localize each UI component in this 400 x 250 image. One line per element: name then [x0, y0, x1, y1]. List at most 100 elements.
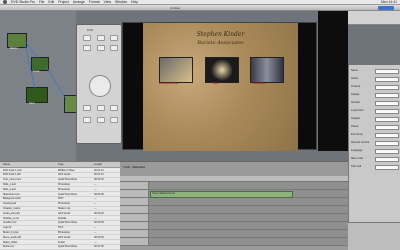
timeline-track[interactable] — [120, 230, 348, 238]
inspector-field-menucall[interactable] — [375, 157, 399, 162]
inspector-row-endjump: End Jump — [351, 133, 363, 136]
inspector-row-menucall: Menu Call — [351, 157, 363, 160]
menu-format[interactable]: Format — [89, 0, 100, 4]
menu-button-caption-2: Stills — [213, 82, 219, 85]
timeline-clip[interactable]: Track_Slideshow.m2v — [150, 191, 293, 198]
menu-edit[interactable]: Edit — [48, 0, 54, 4]
remote-menu-button[interactable] — [83, 35, 91, 41]
asset-length: 00:01:12 — [94, 173, 104, 177]
inspector-field-titlecall[interactable] — [375, 165, 399, 170]
timeline-track[interactable] — [120, 198, 348, 206]
asset-type: AIFF Audio — [58, 235, 71, 239]
remote-title-button[interactable] — [97, 35, 105, 41]
remote-subtitle-button[interactable] — [110, 45, 118, 51]
asset-type: Photoshop — [58, 182, 70, 186]
asset-length: 00:00:30 — [94, 235, 104, 239]
inspector-field-remote[interactable] — [375, 141, 399, 146]
remote-next-button[interactable] — [110, 105, 118, 111]
menu-button-thumb-1[interactable] — [159, 57, 193, 83]
inspector-row-language: Language — [351, 149, 363, 152]
asset-name: DVD track 1.aiff — [3, 173, 21, 177]
timeline-track[interactable] — [120, 222, 348, 230]
asset-name: Slides_folder — [3, 240, 18, 244]
asset-name: Logo.tif — [3, 226, 12, 230]
inspector-field-chapter[interactable] — [375, 117, 399, 122]
asset-type: QuickTime Movie — [58, 221, 78, 225]
menu-title: Stephen Kinder — [196, 31, 245, 38]
inspector-field-pause[interactable] — [375, 125, 399, 130]
asset-length: — — [94, 216, 97, 220]
assets-col-type[interactable]: Type — [58, 163, 64, 166]
asset-length: — — [94, 197, 97, 201]
timeline-track[interactable] — [120, 238, 348, 246]
asset-length: — — [94, 230, 97, 234]
connector-line — [24, 40, 39, 59]
asset-name: Stills_1.psd — [3, 182, 16, 186]
track-header[interactable] — [120, 230, 149, 237]
menu-project[interactable]: Project — [58, 0, 69, 4]
inspector-field-display[interactable] — [375, 93, 399, 98]
inspector-field-name[interactable] — [375, 69, 399, 74]
asset-name: DVD track 1.m2v — [3, 168, 22, 172]
asset-name: Subtitle_en.stl — [3, 216, 19, 220]
menu-app[interactable]: DVD Studio Pro — [11, 0, 35, 4]
track-header[interactable] — [120, 214, 149, 221]
menu-view[interactable]: View — [104, 0, 111, 4]
asset-name: Overlay.psd — [3, 202, 17, 206]
remote-return-button[interactable] — [110, 35, 118, 41]
timeline-track[interactable] — [120, 206, 348, 214]
menu-arrange[interactable]: Arrange — [73, 0, 85, 4]
apple-menu-icon[interactable] — [3, 0, 7, 4]
track-header[interactable] — [120, 222, 149, 229]
remote-pause-button[interactable] — [97, 117, 105, 123]
menu-help[interactable]: Help — [131, 0, 138, 4]
assets-col-name[interactable]: Name — [3, 163, 10, 166]
asset-type: Subtitle — [58, 216, 67, 220]
table-row[interactable]: Extra.mov QuickTime Movie 00:01:30 — [0, 245, 120, 250]
menu-button-thumb-3[interactable] — [250, 57, 284, 83]
timeline-track[interactable] — [120, 182, 348, 190]
menu-button-caption-3: Slideshow — [253, 82, 265, 85]
assets-col-length[interactable]: Length — [94, 163, 102, 166]
menu-file[interactable]: File — [39, 0, 44, 4]
track-header[interactable] — [120, 182, 149, 189]
remote-play-button[interactable] — [97, 105, 105, 111]
asset-type: QuickTime Movie — [58, 178, 78, 182]
track-header[interactable] — [120, 238, 149, 245]
timeline-track[interactable]: Track_Slideshow.m2v — [120, 190, 348, 198]
inspector-field-action[interactable] — [375, 77, 399, 82]
menu-window[interactable]: Window — [115, 0, 127, 4]
timeline-tab[interactable]: Track : Slideshow — [123, 165, 145, 169]
remote-eject-button[interactable] — [110, 117, 118, 123]
track-header[interactable] — [120, 190, 149, 197]
menu-subtitle: Baristo Associates — [197, 40, 244, 46]
asset-length: — — [94, 226, 97, 230]
asset-name: Button_hi.psd — [3, 230, 19, 234]
remote-prev-button[interactable] — [83, 105, 91, 111]
asset-length: — — [94, 182, 97, 186]
inspector-field-loop[interactable] — [375, 109, 399, 114]
asset-name: Intro_menu.mov — [3, 178, 22, 182]
inspector-row-titlecall: Title Call — [351, 165, 361, 168]
menu-button-thumb-2[interactable] — [205, 57, 239, 83]
remote-audio-button[interactable] — [83, 45, 91, 51]
inspector-field-number[interactable] — [375, 101, 399, 106]
timeline-track[interactable] — [120, 214, 348, 222]
connector-line — [45, 65, 67, 100]
asset-type: TIFF — [58, 226, 64, 230]
track-header[interactable] — [120, 206, 149, 213]
remote-label: DVD — [87, 28, 93, 32]
inspector-field-endjump[interactable] — [375, 133, 399, 138]
asset-length: 00:01:12 — [94, 168, 104, 172]
track-header[interactable] — [120, 198, 149, 205]
asset-type: QuickTime Movie — [58, 245, 78, 249]
inspector-field-timeout[interactable] — [375, 85, 399, 90]
asset-name: Extra.mov — [3, 245, 15, 249]
toolbar-selected-button[interactable] — [378, 6, 394, 10]
inspector-field-language[interactable] — [375, 149, 399, 154]
remote-stop-button[interactable] — [83, 117, 91, 123]
remote-angle-button[interactable] — [97, 45, 105, 51]
top-right-panel — [348, 11, 400, 25]
asset-type: Photoshop — [58, 187, 70, 191]
remote-dpad[interactable] — [89, 75, 111, 97]
